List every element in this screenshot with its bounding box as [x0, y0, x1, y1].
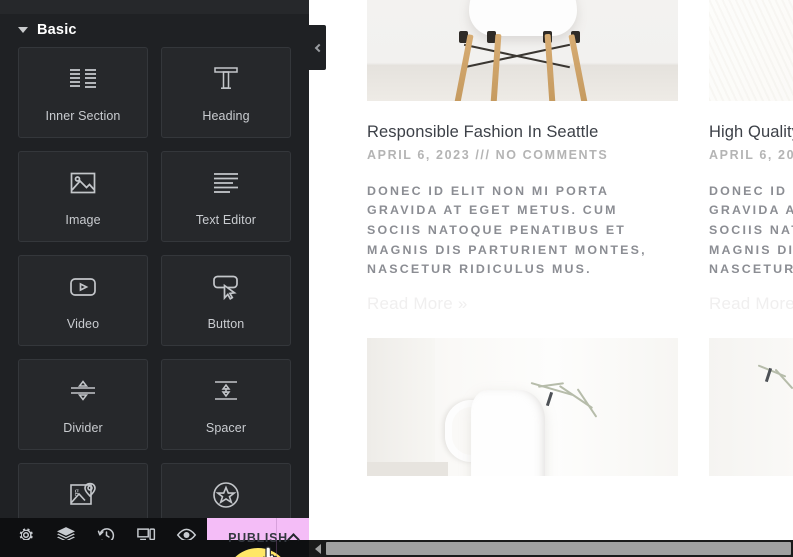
- post-thumbnail[interactable]: [709, 337, 793, 476]
- svg-text:g: g: [75, 486, 80, 496]
- widget-google-maps[interactable]: g Google Maps: [18, 463, 148, 518]
- inner-section-icon: [66, 62, 100, 96]
- widget-divider[interactable]: Divider: [18, 359, 148, 450]
- elementor-editor: Responsible Fashion In Seattle APRIL 6, …: [0, 0, 793, 557]
- post-meta: APRIL 6, 2023 /// NO COMMENTS: [367, 147, 609, 162]
- text-editor-icon: [209, 166, 243, 200]
- widget-label: Divider: [63, 421, 103, 435]
- post-column-1: Responsible Fashion In Seattle APRIL 6, …: [367, 0, 678, 476]
- google-maps-icon: g: [66, 478, 100, 512]
- button-cursor-icon: [209, 270, 243, 304]
- dried-stem: [757, 364, 793, 416]
- post-column-2: High Quality Bedding Set APRIL 6, 2023 /…: [709, 0, 793, 476]
- widget-video[interactable]: Video: [18, 255, 148, 346]
- widget-image[interactable]: Image: [18, 151, 148, 242]
- widget-panel: Basic Inner Section Heading Image Text E…: [0, 0, 309, 518]
- caret-down-icon[interactable]: [18, 27, 28, 33]
- widget-button[interactable]: Button: [161, 255, 291, 346]
- post-meta: APRIL 6, 2023 /// NO COMMENTS: [709, 147, 793, 162]
- publish-options-button[interactable]: [277, 518, 309, 557]
- chevron-up-icon: [286, 533, 300, 546]
- post-excerpt: DONEC ID ELIT NON MI PORTA GRAVIDA AT EG…: [709, 183, 793, 277]
- widget-category-label: Basic: [37, 22, 77, 38]
- widget-label: Heading: [202, 109, 250, 123]
- post-title[interactable]: Responsible Fashion In Seattle: [367, 121, 678, 144]
- widget-text-editor[interactable]: Text Editor: [161, 151, 291, 242]
- heading-t-icon: [209, 62, 243, 96]
- post-thumbnail[interactable]: [367, 0, 678, 101]
- widget-label: Spacer: [205, 421, 247, 435]
- widget-heading[interactable]: Heading: [161, 47, 291, 138]
- panel-collapse-tab[interactable]: [309, 25, 326, 70]
- dried-stem: [530, 381, 608, 434]
- scrollbar-thumb[interactable]: [326, 542, 791, 555]
- post-excerpt: DONEC ID ELIT NON MI PORTA GRAVIDA AT EG…: [367, 183, 647, 277]
- widget-grid: Inner Section Heading Image Text Editor …: [0, 47, 309, 518]
- post-title[interactable]: High Quality Bedding Set: [709, 121, 793, 144]
- white-pitcher-image: [367, 337, 678, 476]
- image-icon: [66, 166, 100, 200]
- widget-label: Image: [65, 213, 101, 227]
- white-curtain-image: [709, 337, 793, 476]
- triangle-left-icon[interactable]: [309, 540, 326, 557]
- preview-canvas[interactable]: Responsible Fashion In Seattle APRIL 6, …: [309, 0, 793, 557]
- post-thumbnail[interactable]: [367, 337, 678, 476]
- divider-icon: [66, 374, 100, 408]
- widget-label: Video: [66, 317, 100, 331]
- widget-inner-section[interactable]: Inner Section: [18, 47, 148, 138]
- star-circle-icon: [209, 478, 243, 512]
- chevron-left-icon: [314, 43, 323, 52]
- post-thumbnail[interactable]: [709, 0, 793, 101]
- panel-header: [0, 0, 309, 14]
- horizontal-scrollbar[interactable]: [309, 540, 793, 557]
- widget-spacer[interactable]: Spacer: [161, 359, 291, 450]
- white-eames-chair-image: [367, 0, 678, 101]
- white-fabric-image: [709, 0, 793, 101]
- read-more-link[interactable]: Read More »: [367, 294, 678, 314]
- widget-icon[interactable]: Icon: [161, 463, 291, 518]
- video-play-icon: [66, 270, 100, 304]
- widget-label: Inner Section: [45, 109, 121, 123]
- widget-label: Text Editor: [195, 213, 257, 227]
- widget-category-basic[interactable]: Basic: [0, 14, 309, 47]
- spacer-icon: [209, 374, 243, 408]
- read-more-link[interactable]: Read More »: [709, 294, 793, 314]
- widget-label: Button: [207, 317, 245, 331]
